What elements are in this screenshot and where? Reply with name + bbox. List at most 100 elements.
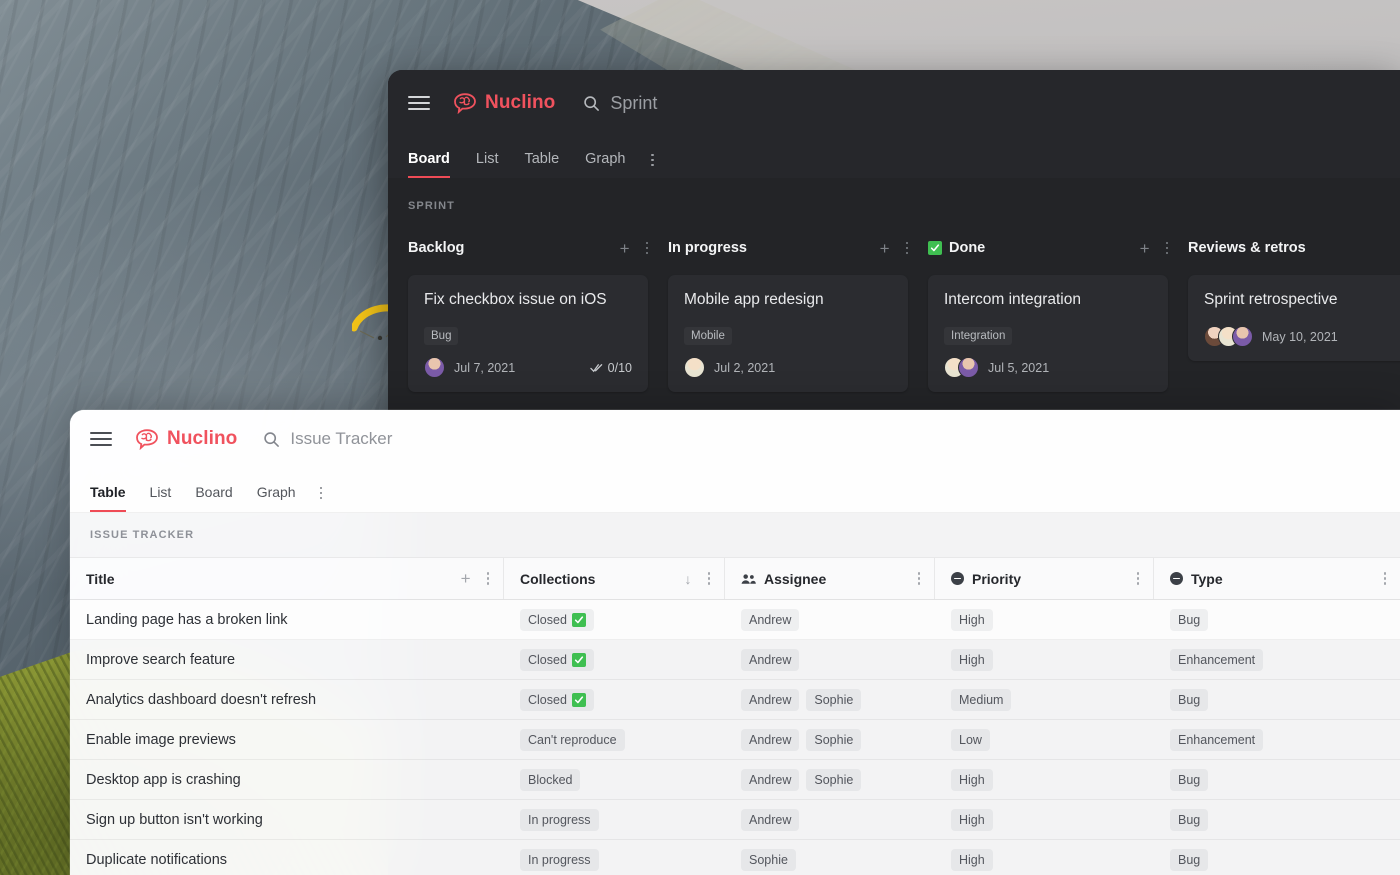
cell-priority[interactable]: High	[935, 840, 1154, 875]
type-chip[interactable]: Bug	[1170, 768, 1209, 791]
collection-chip[interactable]: Blocked	[520, 768, 581, 791]
column-menu-icon[interactable]	[1136, 572, 1139, 585]
cell-assignee[interactable]: Andrew Sophie	[725, 680, 935, 719]
issue-tracker-window[interactable]: Nuclino Issue Tracker Table List Board G…	[70, 410, 1400, 875]
collection-chip[interactable]: Can't reproduce	[520, 728, 625, 751]
assignee-chip[interactable]: Sophie	[806, 688, 862, 711]
tab-table[interactable]: Table	[90, 484, 126, 512]
priority-chip[interactable]: High	[951, 848, 993, 871]
search-input[interactable]: Sprint	[610, 93, 657, 114]
cell-priority[interactable]: High	[935, 760, 1154, 799]
cell-assignee[interactable]: Andrew Sophie	[725, 760, 935, 799]
column-menu-icon[interactable]	[645, 241, 648, 255]
table-row[interactable]: Duplicate notifications In progress Sophie…	[70, 840, 1400, 875]
board-card[interactable]: Mobile app redesign Mobile Jul 2, 2021	[668, 275, 908, 392]
priority-chip[interactable]: High	[951, 608, 993, 631]
tab-list[interactable]: List	[476, 151, 499, 178]
cell-priority[interactable]: Medium	[935, 680, 1154, 719]
nuclino-logo[interactable]: Nuclino	[452, 92, 555, 114]
add-card-icon[interactable]: +	[1140, 240, 1150, 257]
assignee-chip[interactable]: Andrew	[741, 768, 800, 791]
assignee-chip[interactable]: Andrew	[741, 608, 800, 631]
cell-assignee[interactable]: Andrew Sophie	[725, 720, 935, 759]
search-box[interactable]: Issue Tracker	[263, 429, 392, 449]
cell-collection[interactable]: Can't reproduce	[504, 720, 725, 759]
search-input[interactable]: Issue Tracker	[290, 429, 392, 449]
type-chip[interactable]: Bug	[1170, 808, 1209, 831]
type-chip[interactable]: Bug	[1170, 608, 1209, 631]
cell-type[interactable]: Enhancement	[1154, 640, 1400, 679]
add-card-icon[interactable]: +	[620, 240, 630, 257]
cell-assignee[interactable]: Andrew	[725, 640, 935, 679]
type-chip[interactable]: Bug	[1170, 848, 1209, 871]
priority-chip[interactable]: Low	[951, 728, 990, 751]
column-header-type[interactable]: Type	[1154, 558, 1400, 599]
collection-chip[interactable]: In progress	[520, 808, 599, 831]
type-chip[interactable]: Enhancement	[1170, 648, 1264, 671]
nuclino-logo[interactable]: Nuclino	[134, 428, 237, 450]
cell-title[interactable]: Landing page has a broken link	[70, 600, 504, 639]
assignee-chip[interactable]: Sophie	[741, 848, 796, 871]
cell-title[interactable]: Analytics dashboard doesn't refresh	[70, 680, 504, 719]
hamburger-icon[interactable]	[90, 432, 112, 446]
tab-table[interactable]: Table	[524, 151, 559, 178]
type-chip[interactable]: Enhancement	[1170, 728, 1264, 751]
tab-list[interactable]: List	[150, 484, 172, 512]
column-header-assignee[interactable]: Assignee	[725, 558, 935, 599]
table-row[interactable]: Desktop app is crashing Blocked Andrew Soph…	[70, 760, 1400, 800]
board-card[interactable]: Fix checkbox issue on iOS Bug Jul 7, 202…	[408, 275, 648, 392]
table-row[interactable]: Sign up button isn't working In progress A…	[70, 800, 1400, 840]
cell-title[interactable]: Desktop app is crashing	[70, 760, 504, 799]
column-header-collections[interactable]: Collections ↓	[504, 558, 725, 599]
column-header-title[interactable]: Title +	[70, 558, 504, 599]
priority-chip[interactable]: High	[951, 648, 993, 671]
tab-board[interactable]: Board	[408, 151, 450, 178]
assignee-chip[interactable]: Andrew	[741, 808, 800, 831]
tab-board[interactable]: Board	[195, 484, 232, 512]
tab-graph[interactable]: Graph	[257, 484, 296, 512]
cell-assignee[interactable]: Sophie	[725, 840, 935, 875]
collection-chip[interactable]: In progress	[520, 848, 599, 871]
add-card-icon[interactable]: +	[880, 240, 890, 257]
cell-type[interactable]: Enhancement	[1154, 720, 1400, 759]
cell-title[interactable]: Improve search feature	[70, 640, 504, 679]
assignee-chip[interactable]: Sophie	[806, 728, 862, 751]
column-menu-icon[interactable]	[486, 572, 489, 585]
column-header-priority[interactable]: Priority	[935, 558, 1154, 599]
type-chip[interactable]: Bug	[1170, 688, 1209, 711]
cell-title[interactable]: Duplicate notifications	[70, 840, 504, 875]
table-row[interactable]: Enable image previews Can't reproduce Andr…	[70, 720, 1400, 760]
search-box[interactable]: Sprint	[583, 93, 657, 114]
cell-collection[interactable]: Closed	[504, 640, 725, 679]
column-menu-icon[interactable]	[917, 572, 920, 585]
cell-type[interactable]: Bug	[1154, 680, 1400, 719]
assignee-chip[interactable]: Andrew	[741, 728, 800, 751]
assignee-chip[interactable]: Andrew	[741, 648, 800, 671]
cell-priority[interactable]: High	[935, 600, 1154, 639]
cell-priority[interactable]: Low	[935, 720, 1154, 759]
cell-type[interactable]: Bug	[1154, 600, 1400, 639]
priority-chip[interactable]: High	[951, 808, 993, 831]
priority-chip[interactable]: High	[951, 768, 993, 791]
board-card[interactable]: Intercom integration Integration Jul 5, …	[928, 275, 1168, 392]
cell-title[interactable]: Sign up button isn't working	[70, 800, 504, 839]
tabs-overflow-icon[interactable]	[319, 486, 323, 499]
table-row[interactable]: Improve search feature Closed Andrew High En…	[70, 640, 1400, 680]
tabs-overflow-icon[interactable]	[651, 153, 654, 166]
assignee-chip[interactable]: Sophie	[806, 768, 862, 791]
sort-arrow-down-icon[interactable]: ↓	[685, 572, 692, 586]
tab-graph[interactable]: Graph	[585, 151, 625, 178]
column-menu-icon[interactable]	[1383, 572, 1386, 585]
cell-priority[interactable]: High	[935, 640, 1154, 679]
cell-type[interactable]: Bug	[1154, 840, 1400, 875]
collection-chip[interactable]: Closed	[520, 648, 594, 671]
cell-type[interactable]: Bug	[1154, 800, 1400, 839]
column-menu-icon[interactable]	[707, 572, 710, 585]
priority-chip[interactable]: Medium	[951, 688, 1012, 711]
cell-type[interactable]: Bug	[1154, 760, 1400, 799]
collection-chip[interactable]: Closed	[520, 608, 594, 631]
board-card[interactable]: Sprint retrospective May 10, 2021	[1188, 275, 1400, 361]
column-menu-icon[interactable]	[1165, 241, 1168, 255]
cell-priority[interactable]: High	[935, 800, 1154, 839]
cell-collection[interactable]: Closed	[504, 680, 725, 719]
